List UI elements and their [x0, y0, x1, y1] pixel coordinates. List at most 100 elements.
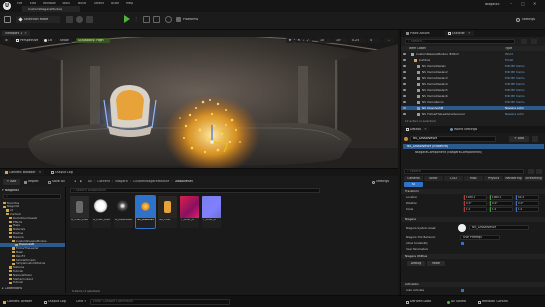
breadcrumb-item[interactable]: Niagara: [115, 180, 127, 183]
asset-tile[interactable]: SM_Chair: [158, 196, 177, 228]
scale-field[interactable]: 1.0: [489, 207, 513, 212]
property-matrix-icon[interactable]: [528, 169, 534, 174]
menu-window[interactable]: Window: [43, 2, 56, 5]
revision-control-button[interactable]: Revision Control: [478, 299, 508, 305]
outliner-row[interactable]: NS_DemoRoom Edit BP_Demo: [401, 100, 545, 104]
tab-outliner[interactable]: Outliner ✕: [445, 31, 474, 36]
transform-section[interactable]: Transform: [401, 189, 545, 194]
rotate-tool-icon[interactable]: ↻: [295, 38, 303, 43]
visibility-eye-icon[interactable]: [403, 65, 406, 67]
asset-tile[interactable]: M_Chair_Dissolve_Inst: [92, 196, 111, 228]
location-field[interactable]: 1030.0: [463, 195, 487, 200]
breadcrumb-item[interactable]: Content: [97, 180, 110, 183]
outliner-row[interactable]: NS_DemoDisplay6 Edit BP_Demo: [401, 94, 545, 98]
perspective-button[interactable]: Perspective: [14, 38, 40, 43]
location-field[interactable]: 62.4: [515, 195, 539, 200]
collections-header[interactable]: ▸ Collections: [2, 286, 22, 291]
outliner-row[interactable]: CustomNiagaraModule (Editor) World: [401, 52, 545, 56]
selection-mode-dropdown[interactable]: Selection Mode: [16, 16, 60, 23]
tab-place-actors[interactable]: Place Actors: [403, 31, 433, 36]
viewport-tab-close-icon[interactable]: ✕: [24, 32, 27, 35]
save-all-button[interactable]: Save All: [48, 179, 65, 185]
details-close-icon[interactable]: ✕: [424, 128, 427, 131]
viewport-tab[interactable]: Viewport 1 ✕: [2, 31, 30, 36]
col-type[interactable]: Type: [505, 47, 512, 50]
tab-content-browser[interactable]: Content Browser ✕: [2, 170, 45, 175]
rotation-field[interactable]: 0.0°: [463, 201, 487, 206]
maximize-button[interactable]: □: [521, 2, 525, 6]
eject-icon[interactable]: [165, 16, 172, 23]
visibility-eye-icon[interactable]: [403, 83, 406, 85]
user-params-row[interactable]: User Parameters: [403, 247, 544, 252]
outliner-search-input[interactable]: ⌕ Search...: [405, 39, 515, 44]
menu-help[interactable]: Help: [126, 2, 133, 5]
scalability-warning[interactable]: Scalability: High: [76, 38, 110, 43]
add-component-button[interactable]: + Add: [509, 136, 529, 142]
utilities-section[interactable]: Niagara Utilities: [401, 254, 545, 259]
location-field[interactable]: 1060.0: [489, 195, 513, 200]
unreal-logo-icon[interactable]: U: [3, 2, 11, 10]
tab-output-log[interactable]: Output Log: [48, 170, 76, 175]
visibility-eye-icon[interactable]: [403, 107, 406, 109]
breadcrumb-item[interactable]: All: [88, 180, 92, 183]
visibility-eye-icon[interactable]: [403, 101, 406, 103]
component-child-row[interactable]: NiagaraComponent (NiagaraComponent0): [403, 150, 544, 155]
platforms-dropdown[interactable]: Platforms: [176, 16, 198, 23]
import-button[interactable]: Import: [24, 179, 39, 185]
camera-speed-button[interactable]: 4: [368, 38, 380, 43]
visibility-eye-icon[interactable]: [403, 71, 406, 73]
filter-tab-lod[interactable]: LOD: [444, 176, 463, 181]
asset-tile[interactable]: T_Chair_N: [202, 196, 221, 228]
pause-icon[interactable]: [143, 16, 150, 23]
asset-tile[interactable]: NS_DissolveSM: [135, 195, 156, 229]
details-search-input[interactable]: ⌕ Search: [404, 169, 524, 174]
close-button[interactable]: ✕: [533, 2, 536, 6]
play-options-icon[interactable]: ⋮: [134, 16, 140, 23]
visibility-eye-icon[interactable]: [403, 77, 406, 79]
menu-file[interactable]: File: [17, 2, 22, 5]
tree-search-input[interactable]: ⌕: [3, 194, 61, 199]
reset-button[interactable]: Reset: [427, 261, 445, 266]
scale-field[interactable]: 1.0: [463, 207, 487, 212]
outliner-row[interactable]: NS_DemoDisplay4 Edit BP_Demo: [401, 82, 545, 86]
outliner-row[interactable]: NS_DemoDisplay Edit BP_Demo: [401, 64, 545, 68]
minimize-button[interactable]: –: [510, 2, 512, 6]
cmd-button[interactable]: Cmd ▾: [76, 299, 86, 305]
all-saved-button[interactable]: All Saved: [447, 299, 466, 305]
level-viewport[interactable]: Viewport 1 ✕ ≡ Perspective Lit Show Scal…: [0, 30, 398, 168]
filter-tab-actor[interactable]: Actor: [424, 176, 443, 181]
play-icon[interactable]: [124, 15, 130, 23]
rotation-field[interactable]: 0.0°: [489, 201, 513, 206]
tree-root[interactable]: ▾ Niagara5: [2, 188, 19, 193]
viewport-options-button[interactable]: ≡: [3, 38, 11, 43]
forward-icon[interactable]: ▶: [80, 180, 82, 183]
asset-tile[interactable]: M_Chair_Dissolve: [70, 196, 89, 228]
tab-details[interactable]: Details ✕: [403, 127, 430, 132]
filter-tab-all[interactable]: All: [404, 182, 423, 187]
outliner-close-icon[interactable]: ✕: [468, 32, 471, 35]
rotation-field[interactable]: 0.0°: [515, 201, 539, 206]
menu-actor[interactable]: Actor: [111, 2, 119, 5]
show-button[interactable]: Show: [58, 38, 72, 43]
rotation-snap-button[interactable]: 10°: [334, 38, 348, 43]
filter-tab-rendering[interactable]: Rendering: [504, 176, 523, 181]
outliner-row[interactable]: NS_FollowTheLeaderAdvanced Niagara Actor: [401, 112, 545, 116]
back-icon[interactable]: ◀: [74, 180, 76, 183]
asset-search-input[interactable]: ⌕ Search DissolveSM: [70, 188, 320, 193]
actor-name-input[interactable]: NS_DissolveSM: [410, 136, 496, 142]
content-drawer-button[interactable]: Content Drawer: [3, 299, 32, 305]
outliner-row[interactable]: NS_DemoDisplay3 Edit BP_Demo: [401, 76, 545, 80]
console-input[interactable]: Enter Console Command: [90, 299, 230, 305]
system-asset-picker[interactable]: NS_DissolveSM: [469, 225, 529, 230]
scale-field[interactable]: 1.0: [515, 207, 539, 212]
asset-tile[interactable]: M_DissolveMat: [114, 196, 133, 228]
move-tool-icon[interactable]: ✥: [286, 38, 294, 43]
stop-icon[interactable]: [153, 16, 160, 23]
asset-tile[interactable]: T_Chair_M: [180, 196, 199, 228]
visibility-eye-icon[interactable]: [403, 89, 406, 91]
outliner-row[interactable]: NS_DemoDisplay5 Edit BP_Demo: [401, 88, 545, 92]
add-asset-button[interactable]: + Add: [3, 179, 20, 185]
auto-activate-checkbox[interactable]: [461, 289, 464, 292]
blueprint-icon[interactable]: [76, 16, 83, 23]
filter-tab-streaming[interactable]: Streaming: [524, 176, 543, 181]
